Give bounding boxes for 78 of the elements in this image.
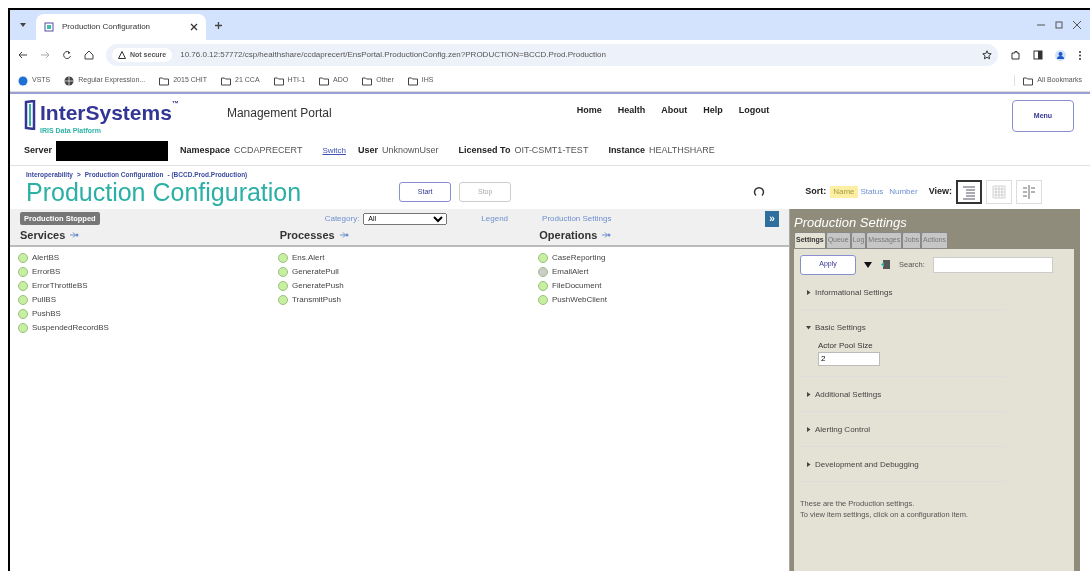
dropdown-triangle-icon[interactable]	[864, 260, 872, 269]
column-title: Services	[20, 227, 66, 243]
config-item[interactable]: GeneratePush	[278, 279, 538, 293]
info-value: HEALTHSHARE	[648, 144, 715, 157]
folder-icon	[1023, 75, 1034, 86]
switch-link[interactable]: Switch	[322, 144, 346, 157]
folder-icon	[407, 75, 418, 86]
folder-icon	[273, 75, 284, 86]
logo-mark-icon	[24, 100, 36, 130]
view-toggle[interactable]	[956, 180, 982, 204]
info-value: OIT-CSMT1-TEST	[514, 144, 589, 157]
reload-icon[interactable]	[62, 50, 72, 60]
config-item[interactable]: ErrorBS	[18, 265, 278, 279]
config-item[interactable]: CaseReporting	[538, 251, 778, 265]
warning-icon	[118, 51, 126, 59]
section-header[interactable]: Informational Settings	[806, 286, 1005, 299]
star-icon[interactable]	[982, 50, 992, 60]
section-header[interactable]: Basic Settings	[806, 321, 1005, 334]
side-panel-icon[interactable]	[1033, 50, 1043, 60]
config-item[interactable]: EmailAlert	[538, 265, 778, 279]
view-label: View:	[928, 185, 952, 199]
url-text: 10.76.0.12:57772/csp/healthshare/ccdaprecert/EnsPortal.ProductionConfig.zen?PRODUCTION=BCCD.Prod.Production	[180, 49, 607, 61]
profile-icon[interactable]	[1055, 49, 1066, 61]
section-header[interactable]: Additional Settings	[806, 388, 1005, 401]
plus-icon[interactable]	[214, 20, 223, 30]
list-view-icon	[960, 183, 978, 201]
nav-link[interactable]: Help	[703, 104, 723, 118]
folder-icon	[159, 75, 170, 86]
page-icon	[44, 22, 54, 32]
restore-icon[interactable]	[1054, 20, 1064, 30]
columns-view-icon	[1020, 183, 1038, 201]
config-item[interactable]: PushBS	[18, 307, 278, 321]
actor-pool-size-field[interactable]: 2	[818, 351, 880, 366]
panel-title: Production Settings	[794, 213, 908, 232]
column-title: Processes	[279, 227, 335, 243]
folder-icon	[221, 75, 232, 86]
expand-button[interactable]: »	[765, 210, 779, 227]
portal-title: Management Portal	[226, 105, 332, 122]
nav-link[interactable]: About	[661, 104, 688, 118]
more-menu-icon[interactable]	[1078, 49, 1082, 61]
info-value: CCDAPRECERT	[234, 144, 303, 157]
config-item[interactable]: TransmitPush	[278, 293, 538, 307]
config-item[interactable]: PullBS	[18, 293, 278, 307]
config-item[interactable]: SuspendedRecordBS	[18, 321, 278, 335]
extension-icon[interactable]	[1010, 49, 1021, 61]
column-title: Operations	[539, 227, 598, 243]
category-label: Category:	[324, 212, 360, 225]
home-icon[interactable]	[84, 50, 94, 60]
info-label: Licensed To	[458, 144, 511, 157]
nav-link[interactable]: Health	[617, 104, 646, 118]
field-label: Actor Pool Size	[818, 339, 874, 352]
config-item[interactable]: AlertBS	[18, 251, 278, 265]
sort-option[interactable]: Status	[857, 186, 887, 198]
config-item[interactable]: FileDocument	[538, 279, 778, 293]
info-value: UnknownUser	[382, 144, 439, 157]
config-item[interactable]: Ens.Alert	[278, 251, 538, 265]
config-item[interactable]: PushWebClient	[538, 293, 778, 307]
nav-link[interactable]: Home	[576, 104, 602, 118]
info-label: Server	[24, 144, 53, 157]
globe-icon	[64, 75, 75, 86]
nav-link[interactable]: Logout	[738, 104, 770, 118]
config-item[interactable]: GeneratePull	[278, 265, 538, 279]
close-icon[interactable]	[190, 23, 198, 31]
section-header[interactable]: Alerting Control	[806, 423, 1005, 436]
search-field[interactable]	[932, 256, 1053, 273]
info-label: Namespace	[180, 144, 231, 157]
info-label: User	[358, 144, 378, 157]
sort-label: Sort:	[805, 185, 827, 199]
grid-view-icon	[990, 183, 1008, 201]
app-icon	[18, 75, 28, 86]
refresh-icon[interactable]	[753, 186, 766, 198]
section-header[interactable]: Development and Debugging	[806, 458, 1005, 471]
folder-icon	[319, 75, 330, 86]
folder-icon	[362, 75, 373, 86]
config-item[interactable]: ErrorThrottleBS	[18, 279, 278, 293]
info-label: Instance	[608, 144, 645, 157]
close-icon[interactable]	[1072, 20, 1082, 30]
page-title: Production Configuration	[26, 179, 302, 205]
